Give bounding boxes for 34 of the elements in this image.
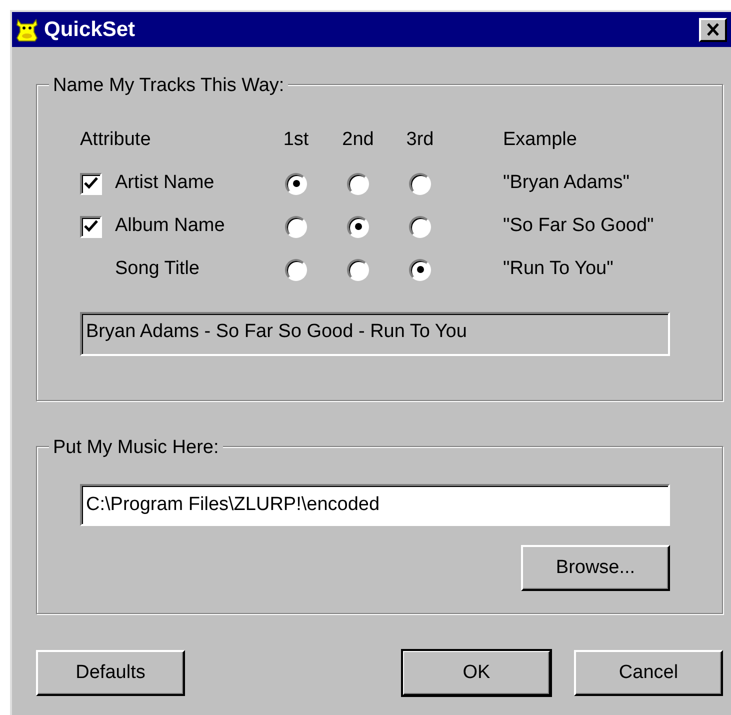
ok-button[interactable]: OK [402, 650, 551, 696]
check-icon [84, 177, 98, 190]
checkbox[interactable] [80, 172, 102, 194]
example-text: "Run To You" [503, 257, 614, 282]
radio-button[interactable] [285, 216, 307, 238]
dialog-button[interactable]: Defaults [36, 650, 185, 696]
radio-button[interactable] [409, 216, 431, 238]
column-header: 2nd [342, 128, 374, 152]
radio-button[interactable] [285, 258, 307, 280]
browse-button[interactable]: Browse... [521, 545, 670, 591]
column-header: 1st [283, 128, 309, 152]
radio-button[interactable] [347, 216, 369, 238]
cow-icon [14, 16, 40, 42]
column-header: Example [503, 128, 578, 152]
column-header: Attribute [80, 128, 152, 152]
preview-field: Bryan Adams - So Far So Good - Run To You [80, 312, 670, 356]
radio-button[interactable] [409, 258, 431, 280]
example-text: "So Far So Good" [503, 214, 655, 238]
close-icon [706, 23, 720, 36]
radio-button[interactable] [409, 172, 431, 194]
radio-button[interactable] [347, 172, 369, 194]
checkbox[interactable] [80, 216, 102, 238]
example-text: "Bryan Adams" [503, 171, 630, 196]
attribute-label: Song Title [115, 257, 200, 282]
path-field[interactable]: C:\Program Files\ZLURP!\encoded [80, 484, 670, 526]
check-icon [84, 220, 98, 233]
radio-button[interactable] [285, 172, 307, 194]
column-header: 3rd [406, 128, 434, 152]
window-title: QuickSet [44, 16, 136, 43]
radio-button[interactable] [347, 258, 369, 280]
attribute-label: Album Name [115, 214, 226, 238]
attribute-label: Artist Name [115, 171, 216, 196]
close-button[interactable] [699, 18, 727, 42]
dialog-button[interactable]: Cancel [574, 650, 723, 696]
